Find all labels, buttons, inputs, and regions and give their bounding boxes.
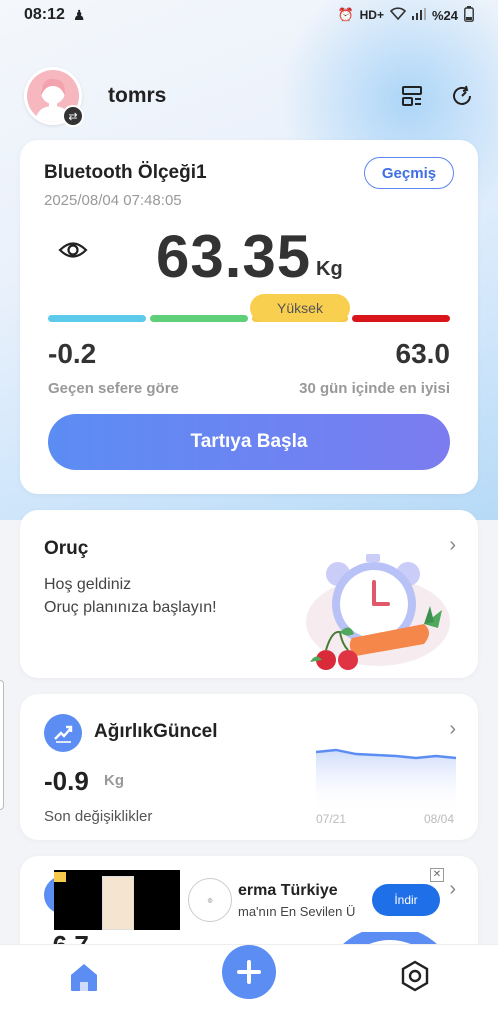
- header-actions: [398, 82, 484, 110]
- weight-change-label: Son değişiklikler: [44, 808, 153, 825]
- add-button[interactable]: [222, 945, 276, 999]
- bmi-bar-very-high: [352, 315, 450, 322]
- avatar[interactable]: ⇄: [24, 67, 84, 127]
- chevron-right-icon: ›: [449, 718, 456, 740]
- ad-logo: ◎: [188, 878, 232, 922]
- diff-value: -0.2: [48, 338, 97, 369]
- notification-icon: ♟: [72, 6, 86, 23]
- device-name: Bluetooth Ölçeği1: [44, 162, 207, 183]
- status-bar: 08:12 ♟ ⏰ HD+ %24: [0, 0, 498, 30]
- weight-value: 63.35: [156, 223, 312, 290]
- clock-fruit-illustration: [292, 552, 452, 672]
- measurement-date: 2025/08/04 07:48:05: [44, 192, 182, 209]
- ad-title: erma Türkiye: [238, 882, 338, 899]
- settings-icon[interactable]: [394, 955, 436, 997]
- weight-update-title: AğırlıkGüncel: [94, 721, 218, 742]
- diff-label: Geçen sefere göre: [48, 380, 179, 397]
- ad-media: [54, 870, 180, 930]
- username: tomrs: [108, 84, 167, 107]
- level-badge: Yüksek: [250, 294, 350, 322]
- ad-badge: [54, 872, 66, 882]
- switch-user-icon[interactable]: ⇄: [62, 105, 84, 127]
- scale-card: Bluetooth Ölçeği1 2025/08/04 07:48:05 Ge…: [20, 140, 478, 494]
- ad-install-button[interactable]: İndir: [372, 884, 440, 916]
- status-right: ⏰ HD+ %24: [337, 5, 474, 25]
- sync-icon[interactable]: [448, 82, 476, 110]
- history-button[interactable]: Geçmiş: [364, 157, 454, 189]
- eye-icon[interactable]: [58, 238, 88, 262]
- weight-trend-sparkline: [315, 742, 457, 814]
- weight-update-card[interactable]: AğırlıkGüncel › -0.9 Kg Son değişiklikle…: [20, 694, 478, 840]
- battery-icon: [464, 5, 474, 25]
- fasting-prompt: Oruç planınıza başlayın!: [44, 599, 217, 616]
- best-label: 30 gün içinde en iyisi: [299, 380, 450, 397]
- weight-change-value: -0.9: [44, 766, 89, 796]
- chevron-right-icon: ›: [449, 878, 456, 900]
- network-label: HD+: [359, 8, 384, 22]
- ad-product-image: [102, 876, 134, 930]
- header: ⇄ tomrs: [24, 66, 484, 127]
- ad-subtitle: ma'nın En Sevilen Ü: [238, 904, 356, 919]
- start-weighing-button[interactable]: Tartıya Başla: [48, 414, 450, 470]
- edge-panel-handle[interactable]: [0, 680, 4, 810]
- chart-start-date: 07/21: [316, 812, 347, 826]
- signal-icon: [411, 7, 426, 23]
- weight-change-unit: Kg: [104, 772, 124, 789]
- ad-banner[interactable]: ◎ erma Türkiye ma'nın En Sevilen Ü İndir…: [54, 868, 446, 932]
- battery-label: %24: [431, 7, 458, 23]
- alarm-icon: ⏰: [337, 7, 354, 22]
- chart-end-date: 08/04: [423, 812, 454, 826]
- layout-icon[interactable]: [398, 82, 426, 110]
- best-value: 63.0: [395, 338, 451, 369]
- fasting-welcome: Hoş geldiniz: [44, 576, 132, 593]
- fasting-card[interactable]: Oruç › Hoş geldiniz Oruç planınıza başla…: [20, 510, 478, 678]
- fasting-title: Oruç: [44, 538, 89, 559]
- trend-up-icon: [44, 714, 82, 752]
- ad-close-icon[interactable]: ✕: [430, 868, 444, 882]
- bmi-bar-low: [48, 315, 146, 322]
- bottom-nav: [0, 944, 498, 1024]
- weight-unit: Kg: [316, 258, 343, 280]
- status-time: 08:12: [24, 6, 65, 23]
- home-icon[interactable]: [64, 957, 104, 997]
- wifi-icon: [389, 7, 407, 23]
- bmi-bar-normal: [150, 315, 248, 322]
